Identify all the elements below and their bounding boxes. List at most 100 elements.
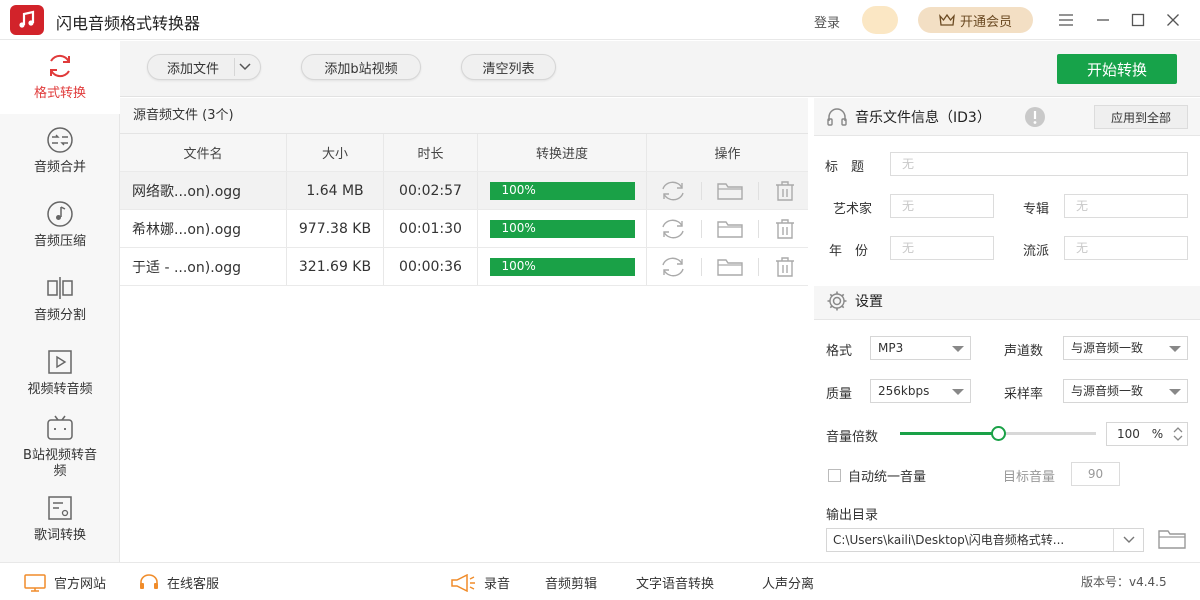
apply-to-all-button[interactable]: 应用到全部	[1094, 105, 1188, 129]
folder-icon[interactable]	[716, 257, 744, 277]
title-input[interactable]: 无	[890, 152, 1188, 176]
website-link[interactable]: 官方网站	[24, 573, 106, 592]
output-dir-label: 输出目录	[826, 508, 879, 523]
sidebar-item-bilibili-to-audio[interactable]: B站视频转音频	[0, 414, 120, 486]
reconvert-icon[interactable]	[659, 181, 687, 201]
monitor-icon	[24, 573, 46, 592]
id3-title: 音乐文件信息（ID3）	[855, 109, 991, 126]
settings-title: 设置	[855, 293, 883, 310]
column-header-filename: 文件名	[120, 134, 287, 171]
column-header-duration: 时长	[384, 134, 478, 171]
artist-input[interactable]: 无	[890, 194, 994, 218]
sidebar-item-label: 歌词转换	[33, 528, 86, 543]
trash-icon[interactable]	[773, 256, 797, 278]
chevron-down-icon[interactable]	[1113, 529, 1143, 551]
version-label: 版本号：v4.4.5	[1081, 575, 1167, 589]
sidebar-item-lyrics-convert[interactable]: 歌词转换	[0, 494, 120, 556]
id3-fields: 标 题 无 艺术家 无 专辑 无 年 份 无 流派 无	[814, 136, 1200, 286]
auto-volume-checkbox[interactable]	[828, 469, 841, 482]
chevron-down-icon[interactable]	[234, 58, 254, 76]
menu-icon[interactable]	[1056, 10, 1076, 30]
vocal-split-link[interactable]: 人声分离	[762, 573, 814, 592]
sidebar-item-format-convert[interactable]: 格式转换	[0, 40, 120, 114]
avatar[interactable]	[862, 6, 898, 34]
volume-label: 音量倍数	[826, 430, 879, 445]
record-link[interactable]: 录音	[450, 573, 510, 592]
sidebar: 格式转换 音频合并 音频压缩 音频分割 视频转音频 B站视频转音频 歌词转换	[0, 40, 120, 562]
add-bilibili-video-button[interactable]: 添加b站视频	[301, 54, 421, 80]
table-row[interactable]: 于适 - ...on).ogg 321.69 KB 00:00:36 100%	[120, 248, 808, 286]
progress-bar: 100%	[489, 219, 635, 238]
headset-icon	[139, 573, 159, 592]
year-label: 年 份	[829, 244, 869, 259]
sidebar-item-audio-merge[interactable]: 音频合并	[0, 126, 120, 186]
folder-icon[interactable]	[716, 181, 744, 201]
file-progress: 100%	[478, 210, 647, 247]
quality-select[interactable]: 256kbps	[870, 379, 971, 403]
stepper-arrows-icon[interactable]	[1173, 426, 1183, 442]
sidebar-item-video-to-audio[interactable]: 视频转音频	[0, 348, 120, 408]
album-input[interactable]: 无	[1064, 194, 1188, 218]
table-row[interactable]: 网络歌...on).ogg 1.64 MB 00:02:57 100%	[120, 172, 808, 210]
folder-icon[interactable]	[716, 219, 744, 239]
vip-button[interactable]: 开通会员	[918, 7, 1033, 33]
login-link[interactable]: 登录	[814, 12, 840, 31]
sample-rate-select[interactable]: 与源音频一致	[1063, 379, 1188, 403]
website-label: 官方网站	[54, 577, 107, 592]
volume-slider-handle[interactable]	[991, 426, 1006, 441]
file-table: 文件名 大小 时长 转换进度 操作 网络歌...on).ogg 1.64 MB …	[120, 134, 808, 286]
file-actions	[647, 248, 808, 285]
info-icon[interactable]	[1024, 106, 1046, 128]
sidebar-item-audio-split[interactable]: 音频分割	[0, 274, 120, 334]
volume-stepper[interactable]: 100 %	[1106, 422, 1188, 446]
support-link[interactable]: 在线客服	[139, 573, 219, 592]
sidebar-item-audio-compress[interactable]: 音频压缩	[0, 200, 120, 260]
channels-select[interactable]: 与源音频一致	[1063, 336, 1188, 360]
chevron-down-icon	[1169, 346, 1181, 352]
reconvert-icon[interactable]	[659, 257, 687, 277]
megaphone-icon	[450, 573, 476, 592]
sidebar-item-label: 视频转音频	[27, 382, 93, 397]
year-input[interactable]: 无	[890, 236, 994, 260]
output-dir-value: C:\Users\kaili\Desktop\闪电音频格式转...	[833, 533, 1065, 547]
table-row[interactable]: 希林娜...on).ogg 977.38 KB 00:01:30 100%	[120, 210, 808, 248]
sidebar-item-label: 音频合并	[33, 160, 86, 175]
genre-input[interactable]: 无	[1064, 236, 1188, 260]
divider	[757, 219, 759, 238]
right-panel: 音乐文件信息（ID3） 应用到全部 标 题 无 艺术家 无 专辑 无 年 份 无…	[814, 98, 1200, 562]
format-select[interactable]: MP3	[870, 336, 971, 360]
album-label: 专辑	[1023, 202, 1050, 217]
target-volume-input[interactable]: 90	[1071, 462, 1120, 486]
record-label: 录音	[484, 577, 511, 592]
trash-icon[interactable]	[773, 180, 797, 202]
vip-label: 开通会员	[959, 14, 1012, 30]
progress-text: 100%	[501, 220, 536, 235]
file-size: 321.69 KB	[287, 248, 384, 285]
divider	[700, 219, 702, 238]
file-duration: 00:00:36	[384, 248, 478, 285]
sidebar-item-label: 音频压缩	[33, 234, 86, 249]
reconvert-icon[interactable]	[659, 219, 687, 239]
folder-icon[interactable]	[1157, 527, 1187, 551]
trash-icon[interactable]	[773, 218, 797, 240]
divider	[700, 181, 702, 200]
maximize-icon[interactable]	[1128, 10, 1148, 30]
file-progress: 100%	[478, 248, 647, 285]
add-file-button[interactable]: 添加文件	[147, 54, 261, 80]
start-convert-button[interactable]: 开始转换	[1057, 54, 1177, 84]
clear-list-button[interactable]: 清空列表	[461, 54, 556, 80]
artist-label: 艺术家	[833, 202, 873, 217]
chevron-down-icon	[1169, 389, 1181, 395]
volume-slider[interactable]	[900, 426, 1096, 441]
audio-edit-link[interactable]: 音频剪辑	[545, 573, 597, 592]
settings-section-header: 设置	[814, 282, 1200, 320]
minimize-icon[interactable]	[1093, 10, 1113, 30]
tts-link[interactable]: 文字语音转换	[636, 573, 714, 592]
output-dir-select[interactable]: C:\Users\kaili\Desktop\闪电音频格式转...	[826, 528, 1144, 552]
target-volume-label: 目标音量	[1003, 470, 1056, 485]
file-size: 977.38 KB	[287, 210, 384, 247]
close-icon[interactable]	[1163, 10, 1183, 30]
format-value: MP3	[878, 341, 904, 355]
video-play-icon	[45, 348, 75, 376]
quality-label: 质量	[826, 387, 853, 402]
